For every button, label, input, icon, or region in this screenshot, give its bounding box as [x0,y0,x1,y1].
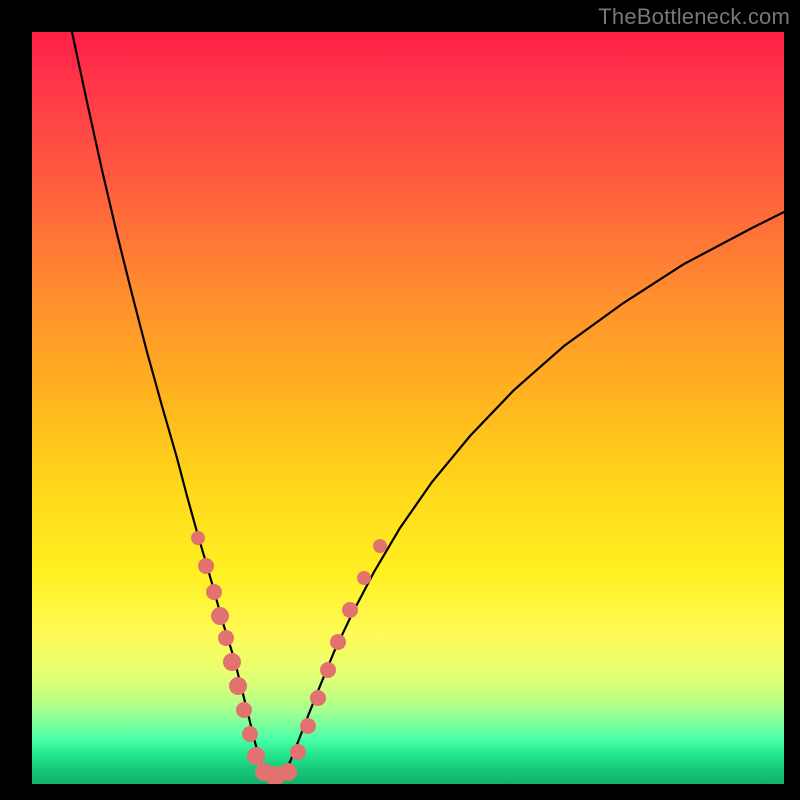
watermark-label: TheBottleneck.com [598,4,790,30]
plot-area [32,32,784,784]
frame: TheBottleneck.com [0,0,800,800]
background-gradient [32,32,784,784]
